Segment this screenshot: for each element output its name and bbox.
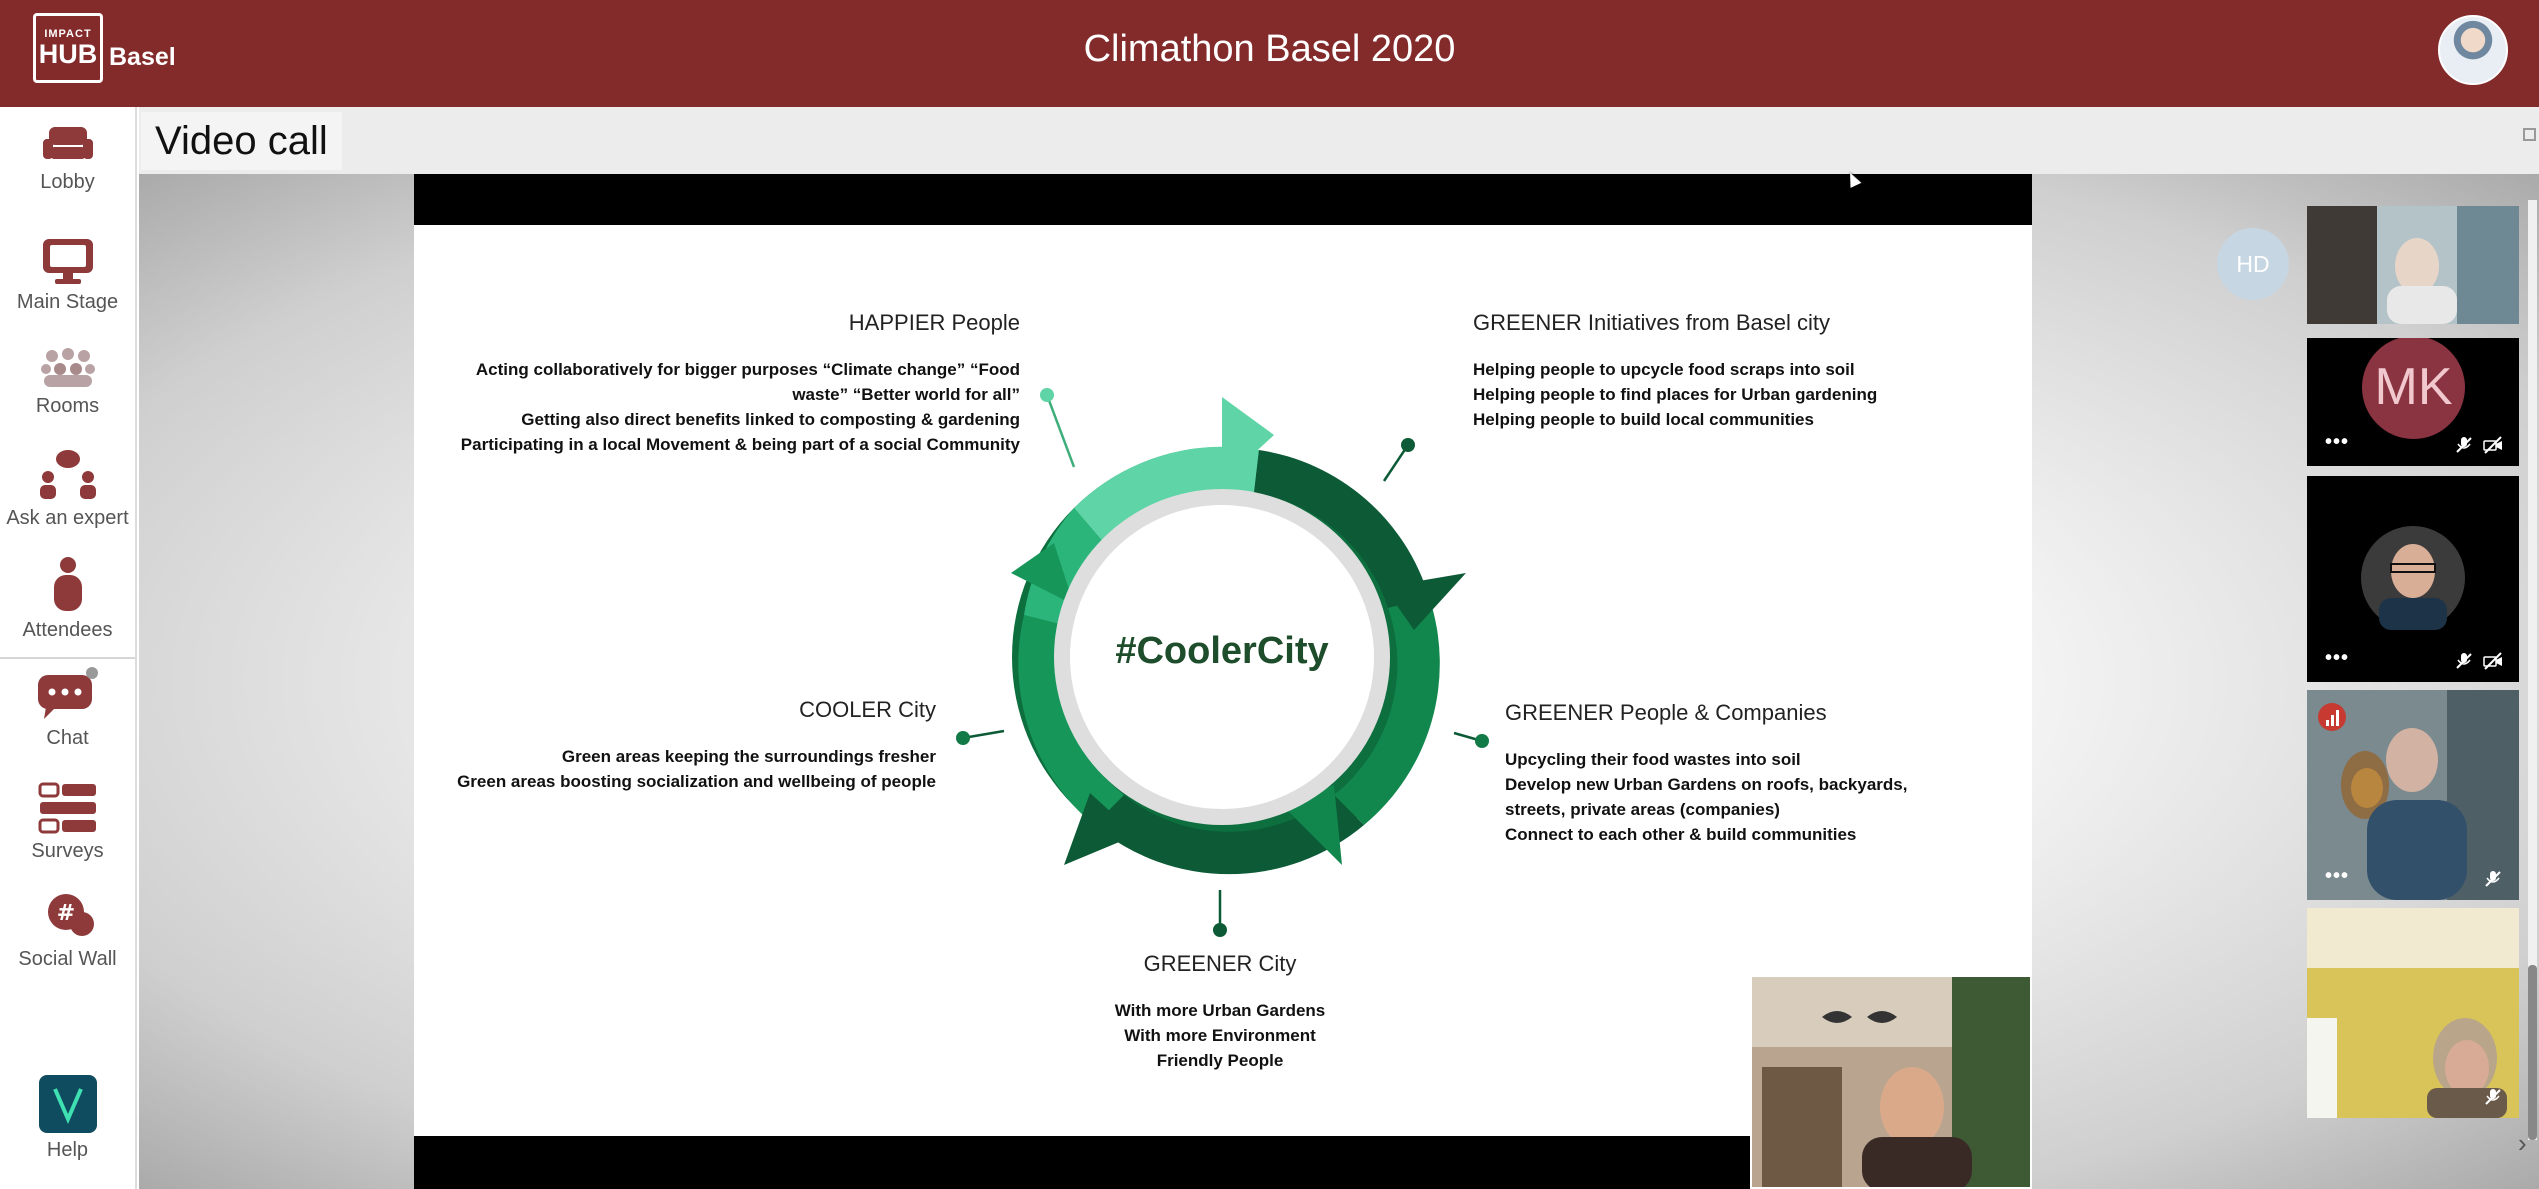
greener-people-line: Upcycling their food wastes into soil [1505, 750, 1801, 769]
event-title: Climathon Basel 2020 [1083, 28, 1456, 70]
mic-muted-icon [2456, 653, 2472, 669]
top-header: IMPACT HUB Basel Climathon Basel 2020 [0, 0, 2539, 107]
svg-text:#: # [56, 901, 74, 926]
greener-city-line: With more Environment [1124, 1026, 1316, 1045]
greener-initiatives-line: Helping people to upcycle food scraps in… [1473, 360, 1855, 379]
greener-city-line: Friendly People [1156, 1051, 1284, 1070]
cooler-city-body: Green areas keeping the surroundings fre… [444, 744, 936, 794]
greener-city-title: GREENER City [1143, 951, 1297, 976]
participant-hd-badge[interactable]: HD [2217, 228, 2289, 300]
camera-off-icon [2483, 436, 2502, 454]
happier-line: Acting collaboratively for bigger purpos… [475, 360, 1020, 379]
sidebar-item-label: Ask an expert [6, 507, 129, 529]
sidebar-item-label: Main Stage [16, 291, 119, 313]
sidebar-item-attendees[interactable]: Attendees [0, 555, 135, 642]
help-v-icon [38, 1075, 97, 1133]
mic-muted-icon [2485, 871, 2501, 887]
sidebar-item-label: Surveys [31, 840, 104, 862]
greener-city-body: With more Urban Gardens With more Enviro… [1070, 998, 1370, 1073]
sidebar-item-ask-an-expert[interactable]: Ask an expert [0, 447, 135, 530]
group-icon [40, 348, 95, 387]
person-icon [53, 557, 82, 611]
sidebar-item-label: Attendees [22, 619, 113, 641]
survey-list-icon [38, 782, 96, 834]
video-call-titlebar [139, 107, 2539, 174]
chevron-right-icon[interactable]: › [2518, 1128, 2527, 1159]
user-avatar[interactable] [2438, 15, 2508, 85]
center-hashtag: #CoolerCity [1115, 630, 1329, 672]
self-video-preview[interactable] [1750, 975, 2032, 1189]
happier-line: Getting also direct benefits linked to c… [521, 410, 1020, 429]
greener-city-line: With more Urban Gardens [1114, 1001, 1326, 1020]
sidebar-item-label: Help [46, 1139, 89, 1161]
page-title: Video call [141, 112, 342, 170]
sidebar-item-chat[interactable]: Chat [0, 667, 135, 750]
cooler-city-line: Green areas boosting socialization and w… [457, 772, 936, 791]
cooler-city-line: Green areas keeping the surroundings fre… [561, 747, 936, 766]
sidebar-item-label: Rooms [35, 395, 100, 417]
more-options-icon[interactable]: ••• [2325, 431, 2349, 454]
sidebar-item-surveys[interactable]: Surveys [0, 782, 135, 863]
chat-bubbles-icon [37, 667, 98, 719]
greener-people-line: Develop new Urban Gardens on roofs, back… [1505, 775, 1908, 794]
cooler-city-title: COOLER City [799, 697, 936, 722]
more-options-icon[interactable]: ••• [2325, 865, 2349, 888]
happier-line: waste” “Better world for all” [792, 385, 1020, 404]
camera-off-icon [2483, 652, 2502, 670]
sofa-icon [42, 127, 93, 159]
greener-initiatives-line: Helping people to find places for Urban … [1473, 385, 1878, 404]
participant-tile-mk[interactable]: MK ••• [2307, 338, 2519, 466]
mic-muted-icon [2485, 1089, 2501, 1105]
greener-people-title: GREENER People & Companies [1505, 700, 1827, 725]
happier-title: HAPPIER People [848, 310, 1020, 335]
greener-people-body: Upcycling their food wastes into soil De… [1505, 747, 2005, 847]
participant-tile[interactable] [2307, 908, 2519, 1118]
monitor-icon [42, 239, 93, 284]
mic-muted-icon [2456, 437, 2472, 453]
greener-initiatives-line: Helping people to build local communitie… [1473, 410, 1814, 429]
sidebar-item-label: Chat [46, 727, 89, 749]
sidebar: Lobby Main Stage Rooms Ask an expert Att… [0, 107, 137, 1189]
more-options-icon[interactable]: ••• [2325, 647, 2349, 670]
participant-video [2307, 908, 2519, 1118]
hashtag-bubble-icon: # [47, 894, 94, 936]
happier-line: Participating in a local Movement & bein… [460, 435, 1020, 454]
participant-tile[interactable] [2307, 206, 2519, 324]
sidebar-item-label: Social Wall [18, 948, 117, 970]
sidebar-divider [0, 657, 135, 659]
sidebar-item-label: Lobby [40, 171, 95, 193]
sidebar-item-social-wall[interactable]: # Social Wall [0, 892, 135, 971]
participant-video [2307, 206, 2519, 324]
sidebar-item-lobby[interactable]: Lobby [0, 125, 135, 194]
participant-initials: MK [2362, 338, 2465, 439]
greener-initiatives-body: Helping people to upcycle food scraps in… [1473, 357, 1993, 432]
participants-scrollbar-thumb[interactable] [2528, 965, 2537, 1140]
participant-tile[interactable]: ••• [2307, 476, 2519, 682]
greener-people-line: Connect to each other & build communitie… [1505, 825, 1857, 844]
greener-initiatives-title: GREENER Initiatives from Basel city [1473, 310, 1830, 335]
sidebar-item-help[interactable]: Help [0, 1075, 135, 1162]
restore-window-icon[interactable] [2523, 128, 2536, 141]
sidebar-item-rooms[interactable]: Rooms [0, 347, 135, 418]
participant-tile-speaking[interactable]: ••• [2307, 690, 2519, 900]
happier-body: Acting collaboratively for bigger purpos… [444, 357, 1020, 457]
presenter-video [1752, 977, 2030, 1187]
sidebar-item-main-stage[interactable]: Main Stage [0, 237, 135, 314]
chat-expert-icon [39, 450, 96, 499]
greener-people-line: streets, private areas (companies) [1505, 800, 1780, 819]
